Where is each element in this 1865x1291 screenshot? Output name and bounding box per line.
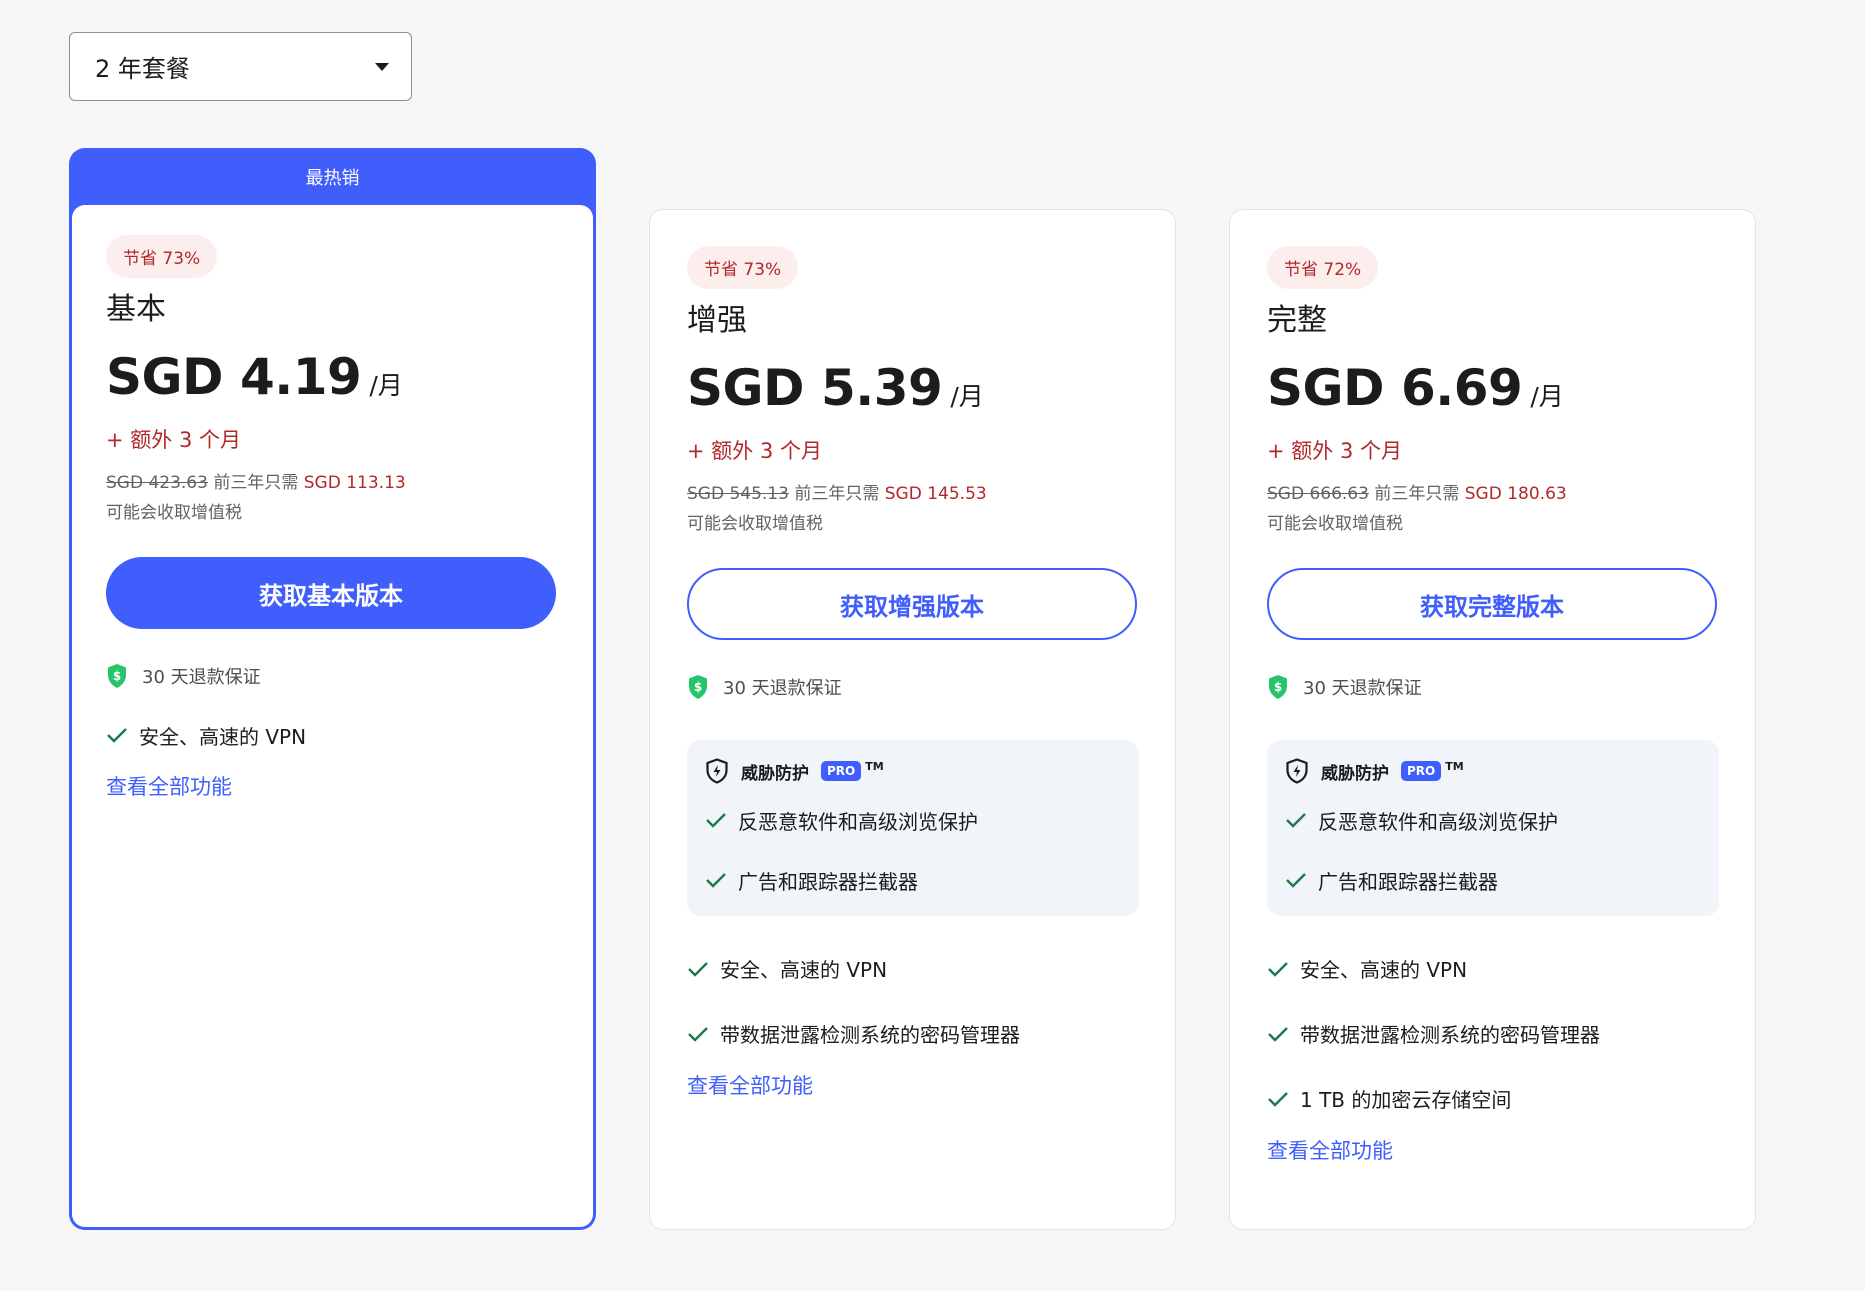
monthly-price: SGD 4.19 bbox=[106, 348, 362, 406]
feature-item: 反恶意软件和高级浏览保护 bbox=[1285, 790, 1701, 850]
savings-badge: 节省 72% bbox=[1267, 246, 1379, 289]
pro-badge: PRO bbox=[821, 761, 862, 781]
view-all-features-link[interactable]: 查看全部功能 bbox=[687, 1070, 813, 1100]
check-icon bbox=[1286, 873, 1306, 888]
tier-name: 完整 bbox=[1267, 303, 1327, 338]
shield-dollar-icon: $ bbox=[108, 664, 126, 688]
vat-note: 可能会收取增值税 bbox=[687, 514, 823, 534]
feature-text: 反恶意软件和高级浏览保护 bbox=[738, 809, 978, 834]
plan-card-complete: 节省 72% 完整 SGD 6.69 /月 + 额外 3 个月 SGD 666.… bbox=[1229, 209, 1756, 1230]
discounted-total: SGD 113.13 bbox=[303, 473, 406, 493]
billing-summary: SGD 423.63 前三年只需 SGD 113.13 bbox=[106, 468, 556, 493]
money-back-guarantee: $ 30 天退款保证 bbox=[1267, 674, 1718, 700]
threat-protection-box: 威胁防护 PRO TM 反恶意软件和高级浏览保护 广告和跟踪器拦截器 bbox=[1267, 740, 1719, 916]
billing-summary-text: 前三年只需 bbox=[788, 484, 885, 504]
feature-item: 安全、高速的 VPN bbox=[106, 705, 556, 765]
check-icon bbox=[107, 728, 127, 743]
svg-text:$: $ bbox=[1274, 680, 1282, 694]
feature-text: 1 TB 的加密云存储空间 bbox=[1300, 1088, 1512, 1112]
feature-text: 反恶意软件和高级浏览保护 bbox=[1318, 809, 1558, 834]
feature-text: 安全、高速的 VPN bbox=[1300, 958, 1468, 982]
threat-protection-box: 威胁防护 PRO TM 反恶意软件和高级浏览保护 广告和跟踪器拦截器 bbox=[687, 740, 1139, 916]
pricing-page: 2 年套餐 最热销 节省 73% 基本 SGD 4.19 /月 + 额外 3 个… bbox=[0, 0, 1865, 1291]
shield-dollar-icon: $ bbox=[1269, 675, 1287, 699]
billing-summary-text: 前三年只需 bbox=[1368, 484, 1465, 504]
savings-badge: 节省 73% bbox=[106, 235, 218, 278]
plan-card-basic: 最热销 节省 73% 基本 SGD 4.19 /月 + 额外 3 个月 SGD … bbox=[69, 148, 596, 1230]
vat-note: 可能会收取增值税 bbox=[106, 503, 242, 523]
check-icon bbox=[1268, 1026, 1288, 1042]
plan-duration-select[interactable]: 2 年套餐 bbox=[69, 32, 412, 101]
feature-text: 带数据泄露检测系统的密码管理器 bbox=[1300, 1023, 1600, 1047]
bonus-months: + 额外 3 个月 bbox=[1267, 439, 1402, 463]
discounted-total: SGD 145.53 bbox=[884, 484, 987, 504]
view-all-features-link[interactable]: 查看全部功能 bbox=[1267, 1135, 1393, 1165]
guarantee-text: 30 天退款保证 bbox=[723, 678, 842, 699]
feature-text: 安全、高速的 VPN bbox=[139, 724, 307, 749]
check-icon bbox=[688, 1026, 708, 1042]
feature-item: 1 TB 的加密云存储空间 bbox=[1267, 1066, 1718, 1131]
original-price: SGD 423.63 bbox=[106, 473, 208, 493]
threat-protection-title: 威胁防护 bbox=[1321, 763, 1389, 784]
get-basic-button[interactable]: 获取基本版本 bbox=[106, 557, 556, 629]
billing-summary-text: 前三年只需 bbox=[207, 473, 304, 493]
shield-bolt-icon bbox=[706, 758, 728, 784]
feature-item: 广告和跟踪器拦截器 bbox=[1285, 850, 1701, 910]
price-period: /月 bbox=[1530, 382, 1564, 411]
feature-item: 带数据泄露检测系统的密码管理器 bbox=[1267, 1001, 1718, 1066]
savings-badge: 节省 73% bbox=[687, 246, 799, 289]
check-icon bbox=[706, 873, 726, 888]
get-complete-button[interactable]: 获取完整版本 bbox=[1267, 568, 1717, 640]
plan-card-plus: 节省 73% 增强 SGD 5.39 /月 + 额外 3 个月 SGD 545.… bbox=[649, 209, 1176, 1230]
billing-summary: SGD 666.63 前三年只需 SGD 180.63 bbox=[1267, 479, 1718, 504]
bonus-months: + 额外 3 个月 bbox=[106, 428, 241, 452]
billing-summary: SGD 545.13 前三年只需 SGD 145.53 bbox=[687, 479, 1138, 504]
monthly-price: SGD 5.39 bbox=[687, 359, 943, 417]
bonus-months: + 额外 3 个月 bbox=[687, 439, 822, 463]
feature-text: 安全、高速的 VPN bbox=[720, 958, 888, 982]
svg-text:$: $ bbox=[113, 669, 121, 683]
feature-item: 安全、高速的 VPN bbox=[1267, 936, 1718, 1001]
feature-item: 反恶意软件和高级浏览保护 bbox=[705, 790, 1121, 850]
original-price: SGD 545.13 bbox=[687, 484, 789, 504]
feature-text: 带数据泄露检测系统的密码管理器 bbox=[720, 1023, 1020, 1047]
original-price: SGD 666.63 bbox=[1267, 484, 1369, 504]
plan-duration-value: 2 年套餐 bbox=[95, 55, 190, 83]
bestseller-banner: 最热销 bbox=[305, 167, 360, 189]
svg-text:$: $ bbox=[694, 680, 702, 694]
trademark-mark: TM bbox=[1445, 760, 1464, 773]
feature-text: 广告和跟踪器拦截器 bbox=[738, 869, 918, 894]
check-icon bbox=[1286, 813, 1306, 828]
price-period: /月 bbox=[369, 371, 403, 400]
pro-badge: PRO bbox=[1401, 761, 1442, 781]
monthly-price: SGD 6.69 bbox=[1267, 359, 1523, 417]
view-all-features-link[interactable]: 查看全部功能 bbox=[106, 771, 232, 801]
check-icon bbox=[688, 961, 708, 977]
feature-text: 广告和跟踪器拦截器 bbox=[1318, 869, 1498, 894]
vat-note: 可能会收取增值税 bbox=[1267, 514, 1403, 534]
guarantee-text: 30 天退款保证 bbox=[1303, 678, 1422, 699]
tier-name: 基本 bbox=[106, 292, 166, 327]
shield-bolt-icon bbox=[1286, 758, 1308, 784]
trademark-mark: TM bbox=[865, 760, 884, 773]
shield-dollar-icon: $ bbox=[689, 675, 707, 699]
feature-item: 安全、高速的 VPN bbox=[687, 936, 1138, 1001]
get-plus-button[interactable]: 获取增强版本 bbox=[687, 568, 1137, 640]
feature-item: 广告和跟踪器拦截器 bbox=[705, 850, 1121, 910]
check-icon bbox=[1268, 1091, 1288, 1107]
money-back-guarantee: $ 30 天退款保证 bbox=[687, 674, 1138, 700]
check-icon bbox=[1268, 961, 1288, 977]
money-back-guarantee: $ 30 天退款保证 bbox=[106, 663, 556, 689]
feature-item: 带数据泄露检测系统的密码管理器 bbox=[687, 1001, 1138, 1066]
tier-name: 增强 bbox=[687, 303, 747, 338]
guarantee-text: 30 天退款保证 bbox=[142, 667, 261, 688]
check-icon bbox=[706, 813, 726, 828]
price-period: /月 bbox=[950, 382, 984, 411]
threat-protection-title: 威胁防护 bbox=[741, 763, 809, 784]
discounted-total: SGD 180.63 bbox=[1464, 484, 1567, 504]
chevron-down-icon[interactable] bbox=[375, 62, 389, 71]
